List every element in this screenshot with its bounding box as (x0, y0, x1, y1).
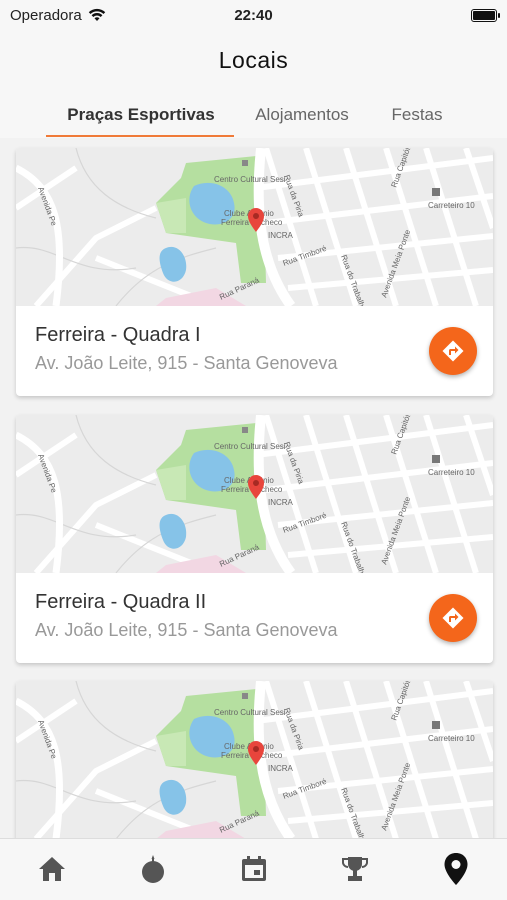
map-label-incra: INCRA (268, 764, 294, 773)
location-pin-icon (444, 853, 468, 885)
map-label-carreteiro: Carreteiro 10 (428, 468, 475, 477)
carrier-label: Operadora (10, 6, 82, 24)
nav-trophy[interactable] (335, 849, 375, 889)
place-name: Ferreira - Quadra II (35, 591, 207, 613)
tab-bar: Praças Esportivas Alojamentos Festas (0, 102, 507, 138)
directions-button[interactable] (429, 327, 477, 375)
place-map[interactable]: Centro Cultural Sesi Clube Antônio Ferre… (16, 681, 493, 838)
bottom-nav (0, 838, 507, 900)
sports-ball-icon (142, 855, 164, 883)
place-map[interactable]: Centro Cultural Sesi Clube Antônio Ferre… (16, 415, 493, 573)
map-label-cultural: Centro Cultural Sesi (214, 175, 286, 184)
map-svg: Centro Cultural Sesi Clube Antônio Ferre… (16, 681, 493, 838)
tab-alojamentos[interactable]: Alojamentos (244, 102, 360, 138)
map-label-carreteiro: Carreteiro 10 (428, 201, 475, 210)
nav-calendar[interactable] (234, 849, 274, 889)
map-label-cultural: Centro Cultural Sesi (214, 442, 286, 451)
map-svg: Centro Cultural Sesi Clube Antônio Ferre… (16, 415, 493, 573)
map-label-carreteiro: Carreteiro 10 (428, 734, 475, 743)
page-title: Locais (218, 47, 289, 73)
tab-festas[interactable]: Festas (384, 102, 450, 138)
nav-sports[interactable] (133, 849, 173, 889)
nav-home[interactable] (32, 849, 72, 889)
tab-pracas-esportivas[interactable]: Praças Esportivas (50, 102, 232, 138)
trophy-icon (342, 857, 368, 881)
nav-locations[interactable] (436, 849, 476, 889)
place-info: Ferreira - Quadra II Av. João Leite, 915… (16, 573, 493, 663)
place-info: Ferreira - Quadra I Av. João Leite, 915 … (16, 306, 493, 396)
place-address: Av. João Leite, 915 - Santa Genoveva (35, 620, 338, 640)
directions-button[interactable] (429, 594, 477, 642)
directions-icon (442, 607, 464, 629)
home-icon (39, 857, 65, 881)
directions-icon (442, 340, 464, 362)
place-card[interactable]: Centro Cultural Sesi Clube Antônio Ferre… (16, 681, 493, 838)
places-list[interactable]: Centro Cultural Sesi Clube Antônio Ferre… (0, 138, 507, 838)
battery-icon (471, 8, 500, 22)
map-label-cultural: Centro Cultural Sesi (214, 708, 286, 717)
place-address: Av. João Leite, 915 - Santa Genoveva (35, 353, 338, 373)
status-bar: Operadora 22:40 (0, 0, 507, 30)
status-left: Operadora (10, 7, 106, 24)
place-card[interactable]: Centro Cultural Sesi Clube Antônio Ferre… (16, 148, 493, 396)
place-map[interactable]: Centro Cultural Sesi Clube Antônio Ferre… (16, 148, 493, 306)
map-svg: Centro Cultural Sesi Clube Antônio Ferre… (16, 148, 493, 306)
map-label-incra: INCRA (268, 231, 294, 240)
active-tab-indicator (46, 135, 234, 137)
header: Locais Praças Esportivas Alojamentos Fes… (0, 30, 507, 138)
calendar-icon (242, 856, 266, 881)
place-name: Ferreira - Quadra I (35, 324, 201, 346)
map-label-incra: INCRA (268, 498, 294, 507)
place-card[interactable]: Centro Cultural Sesi Clube Antônio Ferre… (16, 415, 493, 663)
wifi-icon (88, 8, 105, 21)
